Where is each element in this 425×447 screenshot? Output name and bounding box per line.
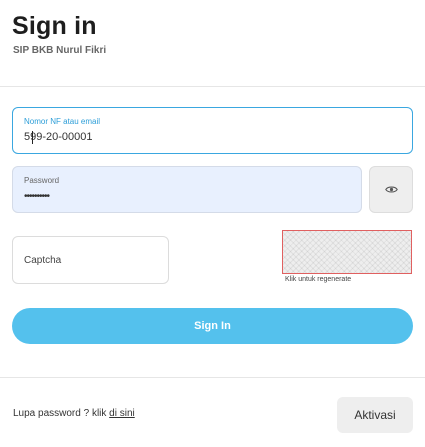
eye-icon	[384, 186, 398, 193]
footer-divider	[0, 377, 425, 378]
app-subtitle: SIP BKB Nurul Fikri	[13, 45, 107, 56]
page-title: Sign in	[12, 12, 97, 40]
password-value[interactable]: ••••••••••	[24, 191, 50, 202]
captcha-image[interactable]	[282, 230, 412, 274]
captcha-hint: Klik untuk regenerate	[285, 276, 352, 283]
password-label: Password	[24, 176, 60, 185]
header-divider	[0, 86, 425, 87]
nf-email-label: Nomor NF atau email	[24, 117, 101, 126]
forgot-password-link[interactable]: di sini	[109, 408, 135, 419]
password-field[interactable]: Password ••••••••••	[12, 166, 362, 213]
forgot-password-text: Lupa password ? klik di sini	[13, 408, 135, 419]
captcha-placeholder: Captcha	[24, 255, 62, 266]
sign-in-button[interactable]: Sign In	[12, 308, 413, 344]
nf-email-field[interactable]: Nomor NF atau email 599-20-00001	[12, 107, 413, 154]
show-password-button[interactable]	[369, 166, 413, 213]
aktivasi-button[interactable]: Aktivasi	[337, 397, 413, 433]
forgot-password-prefix: Lupa password ? klik	[13, 408, 110, 419]
nf-email-value[interactable]: 599-20-00001	[24, 131, 93, 143]
captcha-input[interactable]: Captcha	[12, 236, 169, 284]
text-caret	[32, 131, 33, 144]
